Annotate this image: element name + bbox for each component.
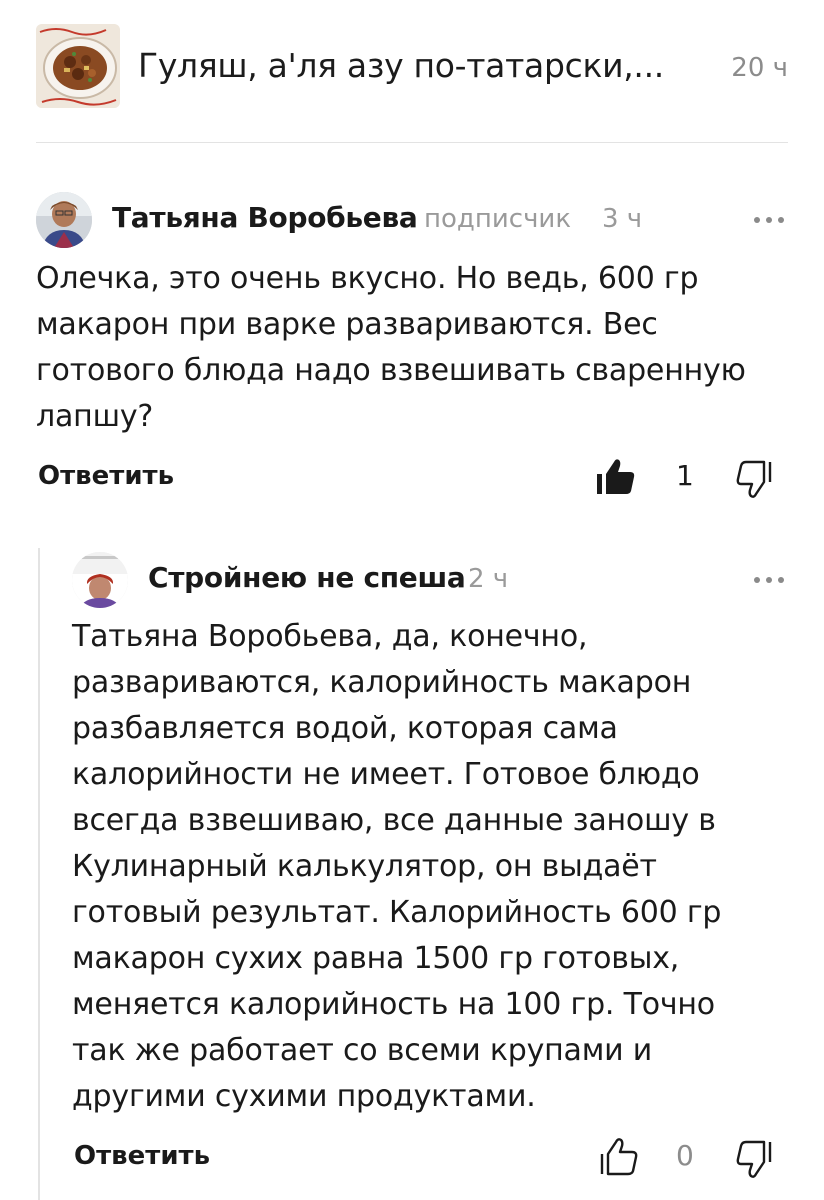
food-dish-thumbnail-icon: [36, 24, 120, 108]
thumbs-up-filled-icon: [597, 459, 635, 494]
comment-line: меняется калорийность на 100 гр. Точно: [72, 987, 715, 1022]
comment-line: готовый результат. Калорийность 600 гр: [72, 895, 722, 930]
more-dots-icon: [754, 217, 784, 223]
avatar[interactable]: [36, 192, 92, 248]
comment-line: разбавляется водой, которая сама: [72, 711, 618, 746]
comment-header: Татьяна Воробьева подписчик 3 ч: [36, 192, 788, 248]
comment-line: лапшу?: [36, 399, 154, 434]
comment-line: Кулинарный калькулятор, он выдаёт: [72, 849, 657, 884]
comment-time: 3 ч: [602, 204, 643, 234]
user-avatar-icon: [36, 192, 92, 248]
comment-line: так же работает со всеми крупами и: [72, 1033, 653, 1068]
avatar[interactable]: [72, 552, 128, 608]
comment-line: всегда взвешиваю, все данные заношу в: [72, 803, 716, 838]
dislike-button[interactable]: [734, 458, 778, 502]
comment-time: 2 ч: [468, 564, 509, 594]
more-options-button[interactable]: [752, 210, 786, 230]
thumbs-down-icon: [736, 460, 772, 498]
comment-line: другими сухими продуктами.: [72, 1079, 536, 1114]
like-button[interactable]: [594, 454, 638, 498]
reply-thread-line: [38, 548, 40, 1200]
article-time: 20 ч: [731, 53, 788, 83]
author-name[interactable]: Стройнею не спеша: [148, 558, 466, 598]
comment-line: калорийности не имеет. Готовое блюдо: [72, 757, 700, 792]
author-name[interactable]: Татьяна Воробьева: [112, 198, 418, 238]
divider: [36, 142, 788, 143]
more-dots-icon: [754, 577, 784, 583]
thumbs-up-icon: [600, 1138, 638, 1176]
reply-button[interactable]: Ответить: [38, 458, 174, 494]
comment-line: Олечка, это очень вкусно. Но ведь, 600 г…: [36, 261, 699, 296]
more-options-button[interactable]: [752, 570, 786, 590]
comment-line: Татьяна Воробьева, да, конечно,: [72, 619, 588, 654]
article-title[interactable]: Гуляш, а'ля азу по-татарски,...: [138, 44, 664, 88]
comment-text: Олечка, это очень вкусно. Но ведь, 600 г…: [36, 256, 796, 440]
author-role: подписчик: [424, 204, 572, 234]
comment-text: Татьяна Воробьева, да, конечно, разварив…: [72, 614, 802, 1120]
like-count: 1: [676, 459, 694, 492]
thumbs-down-icon: [736, 1140, 772, 1178]
dislike-button[interactable]: [734, 1138, 778, 1182]
like-button[interactable]: [596, 1134, 640, 1178]
comment-line: макарон при варке развариваются. Вес: [36, 307, 658, 342]
comment-line: макарон сухих равна 1500 гр готовых,: [72, 941, 680, 976]
like-count: 0: [676, 1139, 694, 1172]
comment-header: Стройнею не спеша 2 ч: [72, 552, 788, 608]
comment-line: развариваются, калорийность макарон: [72, 665, 692, 700]
article-thumbnail[interactable]: [36, 24, 120, 108]
user-avatar-icon: [72, 552, 128, 608]
article-header[interactable]: Гуляш, а'ля азу по-татарски,... 20 ч: [36, 24, 788, 108]
reply-button[interactable]: Ответить: [74, 1138, 210, 1174]
comment-line: готового блюда надо взвешивать сваренную: [36, 353, 746, 388]
